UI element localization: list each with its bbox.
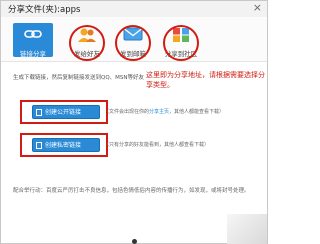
link-doc-icon [36,109,42,116]
annotation-circle-email [115,25,151,61]
dialog-title: 分享文件(夹):apps [8,5,81,15]
share-dialog: 分享文件(夹):apps × 链接分享 发给好友 发到邮箱 分享到社区 生成下载… [0,0,268,244]
annotation-circle-friends [69,25,105,61]
public-note-suffix: ，其他人都能查看下载） [169,109,225,115]
share-description: 生成下载链接，然后复制链接发送到QQ、MSN等好友 [13,75,145,81]
create-private-link-button[interactable]: 创建私密链接 [32,138,100,152]
link-icon [24,30,42,38]
annotation-text: 这里即为分享地址，请根据需要选择分享类型。 [146,71,265,89]
footer-notice: 配合举行动：百度云严厉打击不良信息，包括色情低俗内容的传播行为，如发现，或将封号… [13,188,250,194]
create-public-link-button[interactable]: 创建公开链接 [32,105,100,119]
public-note-prefix: （文件会出现在你的 [104,109,150,115]
tab-link-share-label: 链接分享 [20,50,46,58]
close-icon[interactable]: × [253,1,262,14]
page-indicator-dot [132,239,137,244]
annotation-circle-community [163,25,199,61]
watermark-logo [227,214,267,244]
lock-doc-icon [36,142,42,149]
private-link-note: （只有分享的好友能看到，其他人都查看下载） [104,142,210,148]
title-bar: 分享文件(夹):apps × [1,1,267,18]
create-private-link-label: 创建私密链接 [45,142,82,149]
public-link-note: （文件会出现在你的分享主页，其他人都能查看下载） [104,108,224,115]
tab-link-share[interactable]: 链接分享 [13,23,53,58]
create-public-link-label: 创建公开链接 [45,109,82,116]
share-homepage-link[interactable]: 分享主页 [149,109,169,115]
